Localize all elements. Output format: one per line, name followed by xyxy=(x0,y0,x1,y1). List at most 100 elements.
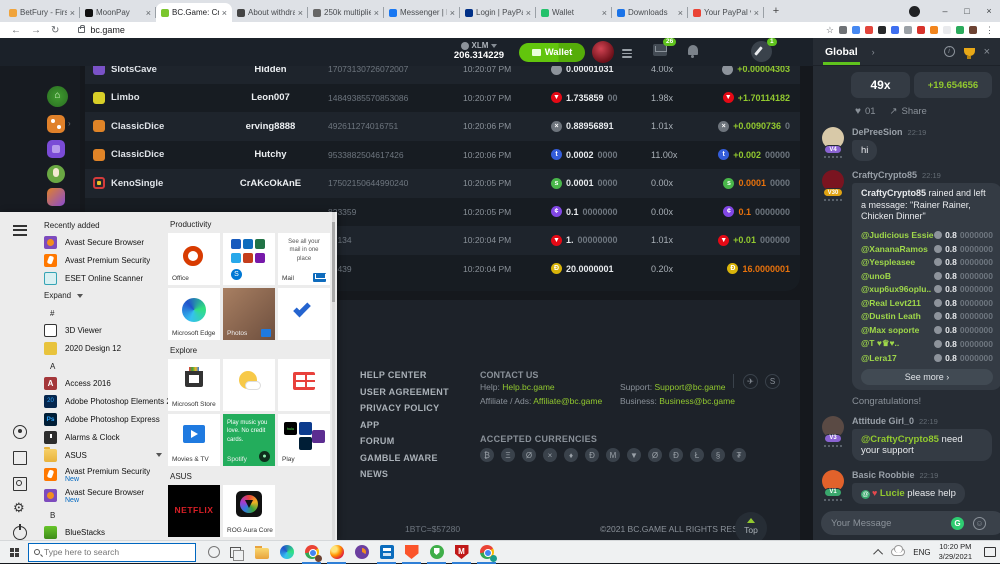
extension-icon-11[interactable] xyxy=(969,26,977,34)
window-maximize-button[interactable]: □ xyxy=(956,0,978,22)
tab-6[interactable]: Messenger | Face× xyxy=(384,3,460,22)
section-letter[interactable]: B xyxy=(40,506,166,523)
taskbar-icon-brave[interactable] xyxy=(399,541,424,564)
start-app-alarms-clock[interactable]: Alarms & Clock xyxy=(40,428,166,446)
footer-link[interactable]: HELP CENTER xyxy=(360,370,449,380)
start-app-bluestacks[interactable]: BlueStacks xyxy=(40,523,166,540)
tab-close-icon[interactable]: × xyxy=(70,8,75,18)
tab-2[interactable]: MoonPay× xyxy=(80,3,156,22)
tab-close-icon[interactable]: × xyxy=(754,8,759,18)
tab-9[interactable]: Downloads× xyxy=(612,3,688,22)
footer-link[interactable]: GAMBLE AWARE xyxy=(360,453,449,463)
sidebar-fishing-icon[interactable] xyxy=(47,188,65,206)
start-button[interactable] xyxy=(0,541,28,564)
table-row[interactable]: ClassicDiceHutchy953388250461742610:20:0… xyxy=(85,141,800,170)
browser-profile-icon[interactable] xyxy=(909,6,920,17)
see-more-button[interactable]: See more › xyxy=(861,369,993,385)
contact-link[interactable]: Affiliate@bc.game xyxy=(533,396,602,406)
tile-rog[interactable]: ROG Aura Core xyxy=(223,485,275,537)
bookmark-star-icon[interactable]: ☆ xyxy=(826,25,834,36)
tile-office[interactable]: Office xyxy=(168,233,220,285)
cortana-icon[interactable] xyxy=(208,546,220,558)
action-center-icon[interactable] xyxy=(984,547,996,557)
table-row[interactable]: KenoSingleCrAKcOkAnE1750215064499024010:… xyxy=(85,169,800,198)
start-pictures-icon[interactable] xyxy=(13,477,27,491)
like-button[interactable]: ♥ 01 xyxy=(855,106,876,117)
expand-button[interactable]: Expand xyxy=(40,287,166,304)
lock-icon[interactable] xyxy=(78,27,85,33)
contact-link[interactable]: Support@bc.game xyxy=(655,382,726,392)
start-app-asus[interactable]: ASUS xyxy=(40,446,166,464)
tab-close-icon[interactable]: × xyxy=(298,8,303,18)
taskbar-icon-chrome-profile-1[interactable] xyxy=(299,541,324,564)
taskbar-icon-edge[interactable] xyxy=(274,541,299,564)
extension-icon-2[interactable] xyxy=(852,26,860,34)
tile-play[interactable]: huluPlay xyxy=(278,414,330,466)
start-app-3d-viewer[interactable]: 3D Viewer xyxy=(40,321,166,339)
tab-close-icon[interactable]: × xyxy=(222,8,227,18)
start-app-avast-premium-security[interactable]: Avast Premium SecurityNew xyxy=(40,464,166,485)
taskbar-clock[interactable]: 10:20 PM 3/29/2021 xyxy=(939,542,972,562)
share-button[interactable]: ↗ Share xyxy=(890,106,927,117)
tab-1[interactable]: BetFury - First i-G× xyxy=(4,3,80,22)
recipient-name[interactable]: @Judicious Essie xyxy=(861,230,934,240)
skype-icon[interactable]: S xyxy=(765,374,780,389)
language-indicator[interactable]: ENG xyxy=(913,548,930,557)
search-input[interactable] xyxy=(44,547,174,557)
chat-messages[interactable]: 49x +19.654656 ♥ 01 ↗ Share V4DePreeSion… xyxy=(813,66,1000,506)
tab-3[interactable]: BC.Game: Crypto C× xyxy=(156,3,232,22)
start-user-icon[interactable] xyxy=(13,425,27,439)
extension-icon-4[interactable] xyxy=(878,26,886,34)
tile-store[interactable]: Microsoft Store xyxy=(168,359,220,411)
browser-menu-icon[interactable]: ⋮ xyxy=(985,25,994,36)
extension-icon-3[interactable] xyxy=(865,26,873,34)
footer-link[interactable]: FORUM xyxy=(360,436,449,446)
start-app-avast-secure-browser[interactable]: Avast Secure BrowserNew xyxy=(40,485,166,506)
onedrive-cloud-icon[interactable] xyxy=(891,548,905,556)
start-menu-scroll-thumb[interactable] xyxy=(332,222,335,302)
tile-photos[interactable]: Photos xyxy=(223,288,275,340)
recipient-name[interactable]: @T ♥♛♥.. xyxy=(861,338,899,349)
start-app-adobe-photoshop-express[interactable]: PsAdobe Photoshop Express xyxy=(40,410,166,428)
recipient-name[interactable]: @xup6ux96oplu.. xyxy=(861,284,931,294)
footer-link[interactable]: USER AGREEMENT xyxy=(360,387,449,397)
forward-icon[interactable]: → xyxy=(31,25,41,36)
tab-4[interactable]: About withdraw. |× xyxy=(232,3,308,22)
tab-close-icon[interactable]: × xyxy=(602,8,607,18)
tile-edge[interactable]: Microsoft Edge xyxy=(168,288,220,340)
tile-todo[interactable] xyxy=(278,288,330,340)
extension-icon-6[interactable] xyxy=(904,26,912,34)
taskbar-icon-file-explorer[interactable] xyxy=(249,541,274,564)
tab-close-icon[interactable]: × xyxy=(526,8,531,18)
tab-close-icon[interactable]: × xyxy=(678,8,683,18)
extension-icon-10[interactable] xyxy=(956,26,964,34)
recipient-name[interactable]: @unoB xyxy=(861,271,891,281)
tab-10[interactable]: Your PayPal verific× xyxy=(688,3,764,22)
recipient-name[interactable]: @Real Levt211 xyxy=(861,298,921,308)
extension-icon-9[interactable] xyxy=(943,26,951,34)
start-app-avast-premium-security[interactable]: Avast Premium Security xyxy=(40,251,166,269)
tile-spotify[interactable]: Play music you love. No credit cards.●Sp… xyxy=(223,414,275,466)
account-menu-icon[interactable] xyxy=(622,47,632,60)
tile-weather[interactable] xyxy=(223,359,275,411)
taskbar-search[interactable] xyxy=(28,543,196,562)
tab-7[interactable]: Login | PayPal Prep× xyxy=(460,3,536,22)
taskbar-icon-calculator[interactable] xyxy=(374,541,399,564)
address-bar[interactable]: bc.game xyxy=(90,25,125,35)
wallet-button[interactable]: Wallet xyxy=(519,43,585,62)
chat-close-icon[interactable]: × xyxy=(984,46,990,58)
tile-netflix[interactable]: NETFLIX xyxy=(168,485,220,537)
tab-5[interactable]: 250k multiplier - S× xyxy=(308,3,384,22)
taskbar-icon-chrome-profile-2[interactable] xyxy=(474,541,499,564)
start-app-access-2016[interactable]: AAccess 2016 xyxy=(40,374,166,392)
contact-link[interactable]: Help.bc.game xyxy=(502,382,554,392)
rain-icon[interactable]: G xyxy=(951,517,964,530)
taskbar-icon-avast-secure-browser[interactable] xyxy=(349,541,374,564)
extension-icon-7[interactable] xyxy=(917,26,925,34)
recipient-name[interactable]: @Yespleasee xyxy=(861,257,915,267)
table-row[interactable]: ClassicDiceerving888849261127401675110:2… xyxy=(85,112,800,141)
sidebar-dice-icon[interactable] xyxy=(47,115,65,133)
mention[interactable]: Lucie xyxy=(880,488,905,499)
start-app-adobe-photoshop-elements-2020[interactable]: 20Adobe Photoshop Elements 2020 xyxy=(40,392,166,410)
tile-mail[interactable]: See all your mail in one placeMail xyxy=(278,233,330,285)
